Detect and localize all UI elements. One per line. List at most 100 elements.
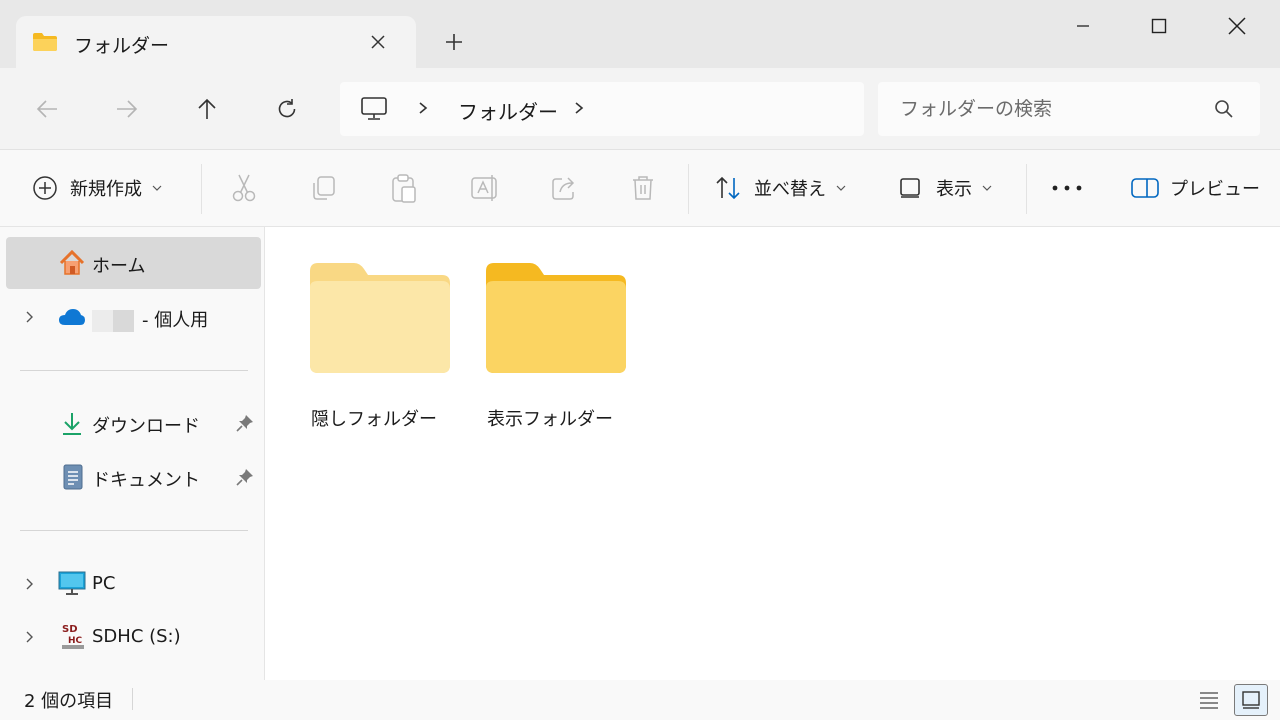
chevron-right-icon[interactable] bbox=[24, 576, 36, 597]
paste-icon bbox=[392, 174, 416, 203]
close-icon bbox=[371, 35, 385, 49]
breadcrumb-folder[interactable]: フォルダー bbox=[458, 96, 558, 125]
details-list-icon bbox=[1200, 692, 1218, 709]
sidebar-item-pc[interactable]: PC bbox=[6, 558, 261, 610]
add-circle-icon bbox=[33, 176, 57, 200]
up-button[interactable] bbox=[188, 90, 226, 128]
sidebar-item-label: ホーム bbox=[92, 256, 146, 277]
maximize-icon bbox=[1151, 18, 1167, 34]
monitor-icon[interactable] bbox=[360, 96, 388, 126]
arrow-right-icon bbox=[117, 100, 138, 118]
close-window-button[interactable] bbox=[1214, 8, 1260, 44]
search-box bbox=[878, 82, 1260, 136]
new-tab-button[interactable] bbox=[440, 28, 468, 56]
sidebar-item-home[interactable]: ホーム bbox=[6, 237, 261, 289]
sidebar-item-label: - 個人用 bbox=[92, 306, 208, 332]
tab-folder[interactable]: フォルダー bbox=[16, 16, 416, 68]
refresh-icon bbox=[278, 99, 296, 118]
sort-label: 並べ替え bbox=[754, 179, 826, 200]
copy-button[interactable] bbox=[310, 168, 338, 208]
document-icon bbox=[62, 464, 84, 495]
back-button[interactable] bbox=[28, 90, 66, 128]
sd-card-icon: SD HC bbox=[60, 621, 86, 656]
divider bbox=[1026, 164, 1027, 214]
maximize-button[interactable] bbox=[1136, 8, 1182, 44]
onedrive-cloud-icon bbox=[58, 307, 86, 332]
view-label: 表示 bbox=[936, 179, 972, 200]
folder-item-visible[interactable]: 表示フォルダー bbox=[470, 255, 630, 435]
svg-text:SD: SD bbox=[62, 624, 78, 635]
sidebar-item-label: SDHC (S:) bbox=[92, 626, 181, 647]
svg-text:HC: HC bbox=[68, 636, 83, 646]
sidebar-item-label: ダウンロード bbox=[92, 416, 200, 437]
folder-label: 表示フォルダー bbox=[487, 409, 613, 430]
sidebar-item-sdhc[interactable]: SD HC SDHC (S:) bbox=[6, 611, 261, 663]
close-tab-button[interactable] bbox=[364, 28, 392, 56]
view-button[interactable]: 表示 bbox=[898, 168, 992, 208]
large-icons-view-button[interactable] bbox=[1234, 684, 1268, 716]
more-icon bbox=[1052, 185, 1082, 191]
preview-label: プレビュー bbox=[1170, 179, 1260, 200]
sidebar-item-onedrive[interactable]: - 個人用 bbox=[6, 291, 261, 343]
tiles-icon bbox=[1242, 691, 1260, 709]
computer-icon bbox=[58, 571, 86, 602]
rename-icon bbox=[471, 175, 497, 201]
share-button[interactable] bbox=[550, 168, 578, 208]
folder-item-hidden[interactable]: 隠しフォルダー bbox=[294, 255, 454, 435]
divider bbox=[201, 164, 202, 214]
chevron-down-icon bbox=[836, 185, 846, 191]
more-options-button[interactable] bbox=[1050, 168, 1084, 208]
folder-icon bbox=[32, 32, 58, 56]
navigation-bar: フォルダー bbox=[0, 68, 1280, 150]
minimize-icon bbox=[1077, 25, 1089, 27]
close-icon bbox=[1228, 17, 1246, 35]
paste-button[interactable] bbox=[390, 168, 418, 208]
divider bbox=[132, 688, 133, 710]
refresh-button[interactable] bbox=[268, 90, 306, 128]
arrow-left-icon bbox=[36, 100, 57, 118]
divider bbox=[20, 530, 248, 531]
preview-pane-icon bbox=[1131, 178, 1159, 198]
address-bar[interactable]: フォルダー bbox=[340, 82, 864, 136]
divider bbox=[20, 370, 248, 371]
arrow-up-icon bbox=[198, 98, 216, 119]
command-bar: 新規作成 並べ替え 表示 プレビュー bbox=[0, 150, 1280, 227]
cut-button[interactable] bbox=[230, 168, 258, 208]
folder-icon bbox=[486, 261, 626, 377]
search-icon[interactable] bbox=[1214, 99, 1234, 123]
preview-pane-button[interactable]: プレビュー bbox=[1130, 168, 1260, 208]
sort-icon bbox=[716, 176, 740, 200]
status-bar: 2 個の項目 bbox=[0, 680, 1280, 720]
chevron-down-icon bbox=[982, 185, 992, 191]
search-input[interactable] bbox=[900, 94, 1200, 124]
delete-button[interactable] bbox=[630, 168, 656, 208]
divider bbox=[688, 164, 689, 214]
minimize-button[interactable] bbox=[1060, 8, 1106, 44]
chevron-right-icon[interactable] bbox=[572, 98, 586, 122]
item-count: 2 個の項目 bbox=[24, 691, 114, 712]
sort-button[interactable]: 並べ替え bbox=[714, 168, 846, 208]
chevron-right-icon[interactable] bbox=[24, 309, 36, 330]
folder-label: 隠しフォルダー bbox=[311, 409, 437, 430]
redacted-account-name bbox=[92, 310, 134, 332]
forward-button[interactable] bbox=[108, 90, 146, 128]
sidebar-item-label: ドキュメント bbox=[92, 470, 200, 491]
pin-icon[interactable] bbox=[236, 468, 254, 491]
title-bar: フォルダー bbox=[0, 0, 1280, 68]
rename-button[interactable] bbox=[470, 168, 500, 208]
tab-title: フォルダー bbox=[74, 35, 170, 57]
navigation-pane: ホーム - 個人用 ダウンロード ドキュメント PC SD HC SDHC (S… bbox=[0, 227, 265, 680]
download-icon bbox=[60, 411, 84, 442]
share-icon bbox=[552, 177, 575, 200]
view-icon bbox=[900, 178, 920, 198]
home-icon bbox=[58, 249, 86, 282]
details-view-button[interactable] bbox=[1192, 684, 1226, 716]
file-list: 隠しフォルダー 表示フォルダー bbox=[266, 227, 1280, 680]
new-button[interactable]: 新規作成 bbox=[32, 168, 162, 208]
sidebar-item-documents[interactable]: ドキュメント bbox=[6, 451, 261, 503]
scissors-icon bbox=[232, 174, 256, 202]
sidebar-item-downloads[interactable]: ダウンロード bbox=[6, 397, 261, 449]
pin-icon[interactable] bbox=[236, 414, 254, 437]
chevron-right-icon[interactable] bbox=[24, 629, 36, 650]
chevron-right-icon[interactable] bbox=[416, 98, 430, 122]
